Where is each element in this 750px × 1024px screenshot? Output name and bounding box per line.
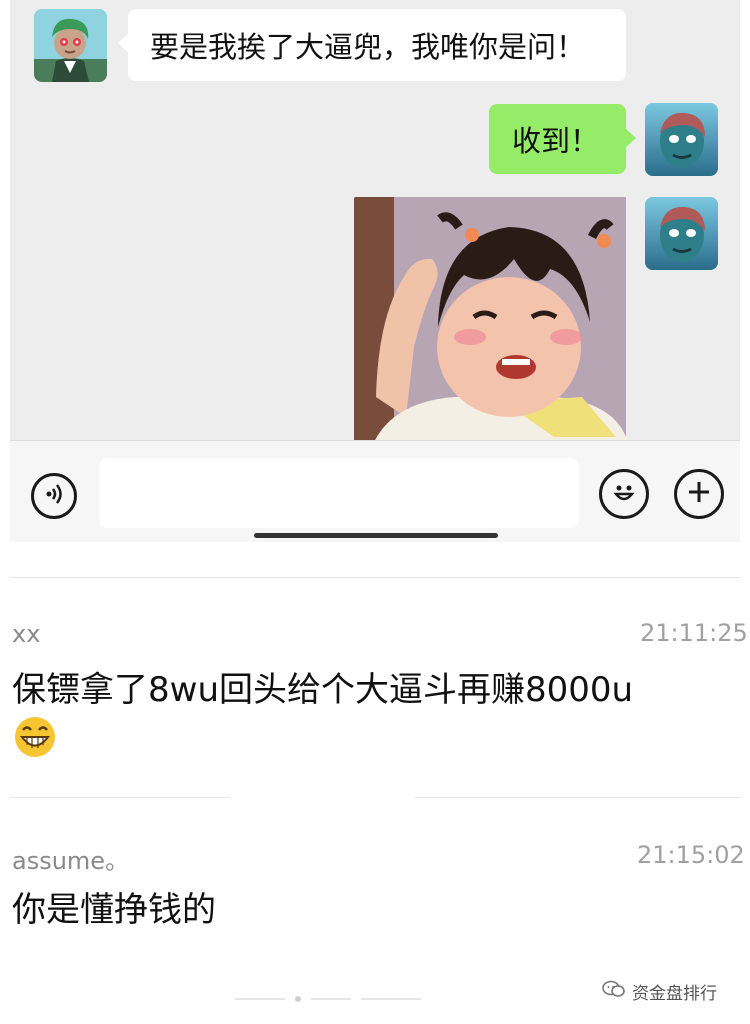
more-button[interactable] xyxy=(674,469,724,519)
voice-icon xyxy=(41,481,67,511)
emoji-button[interactable] xyxy=(599,469,649,519)
watermark: 资金盘排行 xyxy=(602,979,717,1004)
home-indicator xyxy=(254,533,498,538)
watermark-text: 资金盘排行 xyxy=(632,984,717,1004)
incoming-message-bubble[interactable]: 要是我挨了大逼兜，我唯你是问！ xyxy=(118,9,626,81)
wechat-official-icon xyxy=(602,979,626,1004)
divider xyxy=(10,797,230,798)
outgoing-message-bubble[interactable]: 收到！ xyxy=(489,104,636,174)
comment-user-name[interactable]: assume。 xyxy=(12,841,129,876)
chat-screenshot: 要是我挨了大逼兜，我唯你是问！ 收到！ xyxy=(10,0,740,542)
page-indicator xyxy=(235,996,421,1002)
divider xyxy=(10,577,740,578)
incoming-message-text: 要是我挨了大逼兜，我唯你是问！ xyxy=(150,30,586,64)
sender-avatar[interactable] xyxy=(34,9,107,82)
comment-text: 你是懂挣钱的 xyxy=(12,890,216,930)
outgoing-message-text: 收到！ xyxy=(512,124,600,158)
chat-input-bar xyxy=(10,440,740,542)
plus-icon xyxy=(686,479,712,509)
comment-user-name[interactable]: xx xyxy=(12,620,40,648)
message-input[interactable] xyxy=(99,458,579,528)
voice-button[interactable] xyxy=(31,473,77,519)
comment-timestamp: 21:11:25 xyxy=(640,619,748,647)
emoji-icon xyxy=(609,477,639,511)
self-avatar[interactable] xyxy=(645,197,718,270)
divider xyxy=(415,797,740,798)
self-avatar[interactable] xyxy=(645,103,718,176)
grinning-face-emoji-icon xyxy=(14,716,56,758)
comment-timestamp: 21:15:02 xyxy=(637,841,745,869)
comment-text: 保镖拿了8wu回头给个大逼斗再赚8000u xyxy=(12,670,634,710)
